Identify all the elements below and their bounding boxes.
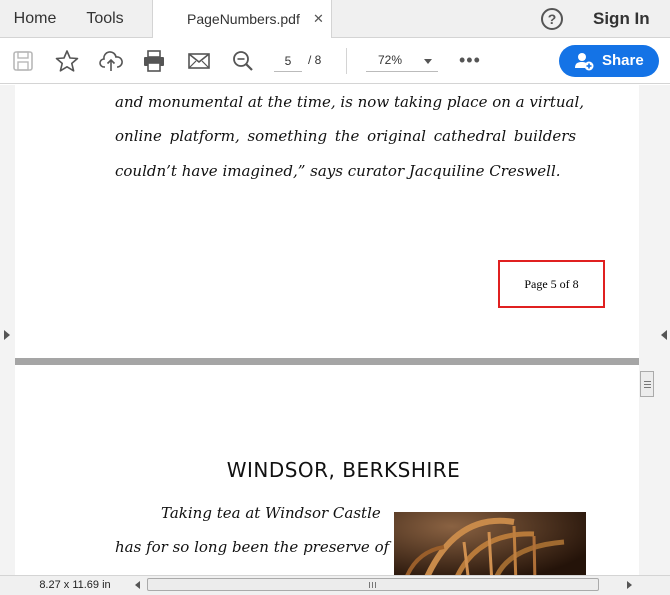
toolbar: / 8 72% ••• Share	[0, 38, 670, 84]
save-icon[interactable]	[11, 50, 35, 72]
document-viewport[interactable]: and monumental at the time, is now takin…	[0, 85, 670, 575]
share-button[interactable]: Share	[559, 45, 659, 77]
zoom-value: 72%	[378, 53, 403, 67]
section-heading: WINDSOR, BERKSHIRE	[226, 458, 461, 482]
sign-in-button[interactable]: Sign In	[593, 0, 650, 38]
text-line: has for so long been the preserve of	[115, 538, 390, 556]
scroll-grip-icon	[644, 381, 651, 382]
vertical-scrollbar-thumb[interactable]	[640, 371, 654, 397]
text-line: and monumental at the time, is now takin…	[115, 93, 585, 111]
close-icon[interactable]: ✕	[313, 0, 324, 38]
tab-home[interactable]: Home	[0, 0, 70, 38]
horizontal-scrollbar[interactable]	[135, 578, 635, 592]
status-bar: 8.27 x 11.69 in	[0, 575, 670, 595]
chairs-image	[394, 512, 586, 575]
scroll-right-icon[interactable]	[627, 581, 632, 589]
upload-cloud-icon[interactable]	[99, 50, 123, 72]
toolbar-divider	[346, 48, 347, 74]
scroll-left-icon[interactable]	[135, 581, 140, 589]
print-icon[interactable]	[142, 50, 166, 72]
tab-document[interactable]: PageNumbers.pdf ✕	[152, 0, 332, 39]
tab-document-label: PageNumbers.pdf	[187, 11, 300, 27]
text-line: couldn’t have imagined,” says curator Ja…	[115, 162, 561, 180]
right-panel-toggle-icon[interactable]	[661, 330, 667, 340]
page-size-label: 8.27 x 11.69 in	[39, 579, 111, 591]
text-line: Taking tea at Windsor Castle	[161, 504, 381, 522]
pdf-page-5: and monumental at the time, is now takin…	[15, 85, 639, 358]
tab-tools[interactable]: Tools	[70, 0, 140, 38]
page-number-highlight: Page 5 of 8	[498, 260, 605, 308]
left-panel-toggle-icon[interactable]	[4, 330, 10, 340]
scroll-grip-icon	[369, 582, 370, 588]
pdf-page-6: WINDSOR, BERKSHIRE Taking tea at Windsor…	[15, 365, 639, 575]
bookmark-star-icon[interactable]	[55, 50, 79, 72]
more-options-icon[interactable]: •••	[459, 50, 481, 71]
chevron-down-icon	[424, 59, 432, 64]
text-line: online platform, something the original …	[115, 127, 577, 145]
mail-icon[interactable]	[187, 50, 211, 72]
help-circle-icon[interactable]: ?	[541, 8, 563, 30]
pdf-viewer-window: Home Tools PageNumbers.pdf ✕ ? Sign In 5…	[0, 0, 670, 595]
share-label: Share	[602, 52, 644, 69]
zoom-dropdown[interactable]: 72%	[366, 50, 438, 72]
page-number-input[interactable]	[274, 50, 302, 72]
castle-chairs-photo	[394, 512, 586, 575]
page-number-label: Page 5 of 8	[524, 277, 579, 291]
zoom-search-icon[interactable]	[231, 50, 255, 72]
page-total: / 8	[308, 53, 322, 67]
add-user-icon	[575, 53, 594, 71]
horizontal-scrollbar-thumb[interactable]	[147, 578, 599, 591]
tab-bar: Home Tools PageNumbers.pdf ✕ ? Sign In	[0, 0, 670, 39]
page-separator	[15, 358, 639, 365]
